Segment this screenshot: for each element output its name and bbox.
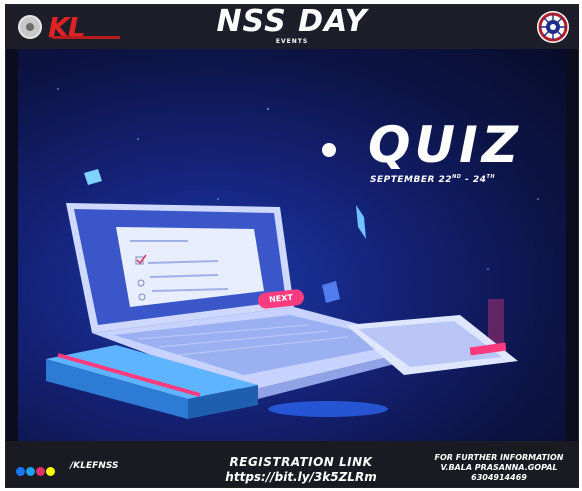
laptop-illustration — [46, 88, 539, 419]
contact-info: FOR FURTHER INFORMATION V.BALA PRASANNA.… — [424, 453, 574, 483]
page-title: NSS DAY — [216, 4, 368, 39]
poster: KL NSS DAY EVENTS NEXT QUIZ SEPTEMBER 22… — [5, 4, 579, 488]
quiz-heading: QUIZ — [368, 116, 522, 174]
quiz-bullet — [322, 143, 336, 157]
social-handle: /KLEFNSS — [70, 461, 119, 471]
snapchat-icon[interactable] — [46, 467, 55, 476]
quiz-dates: SEPTEMBER 22ND - 24TH — [370, 174, 495, 185]
registration-link[interactable]: https://bit.ly/3k5ZLRm — [206, 469, 396, 485]
dates-start: SEPTEMBER 22 — [370, 175, 453, 185]
nss-logo-icon — [537, 11, 569, 43]
contact-info-label: FOR FURTHER INFORMATION — [434, 453, 564, 462]
social-icons — [16, 461, 56, 476]
twitter-icon[interactable] — [26, 467, 35, 476]
facebook-icon[interactable] — [16, 467, 25, 476]
footer: /KLEFNSS REGISTRATION LINK https://bit.l… — [6, 441, 578, 487]
page-subtitle: EVENTS — [275, 38, 309, 45]
quiz-illustration: NEXT QUIZ SEPTEMBER 22ND - 24TH — [18, 49, 566, 441]
registration-block: REGISTRATION LINK https://bit.ly/3k5ZLRm — [206, 455, 396, 485]
dates-end: - 24 — [461, 175, 487, 185]
instagram-icon[interactable] — [36, 467, 45, 476]
contact-phone: 6304914469 — [471, 473, 527, 482]
registration-label: REGISTRATION LINK — [229, 455, 373, 469]
contact-name: V.BALA PRASANNA.GOPAL — [440, 463, 558, 472]
header: KL NSS DAY EVENTS — [6, 5, 578, 49]
dates-end-suffix: TH — [486, 174, 496, 180]
